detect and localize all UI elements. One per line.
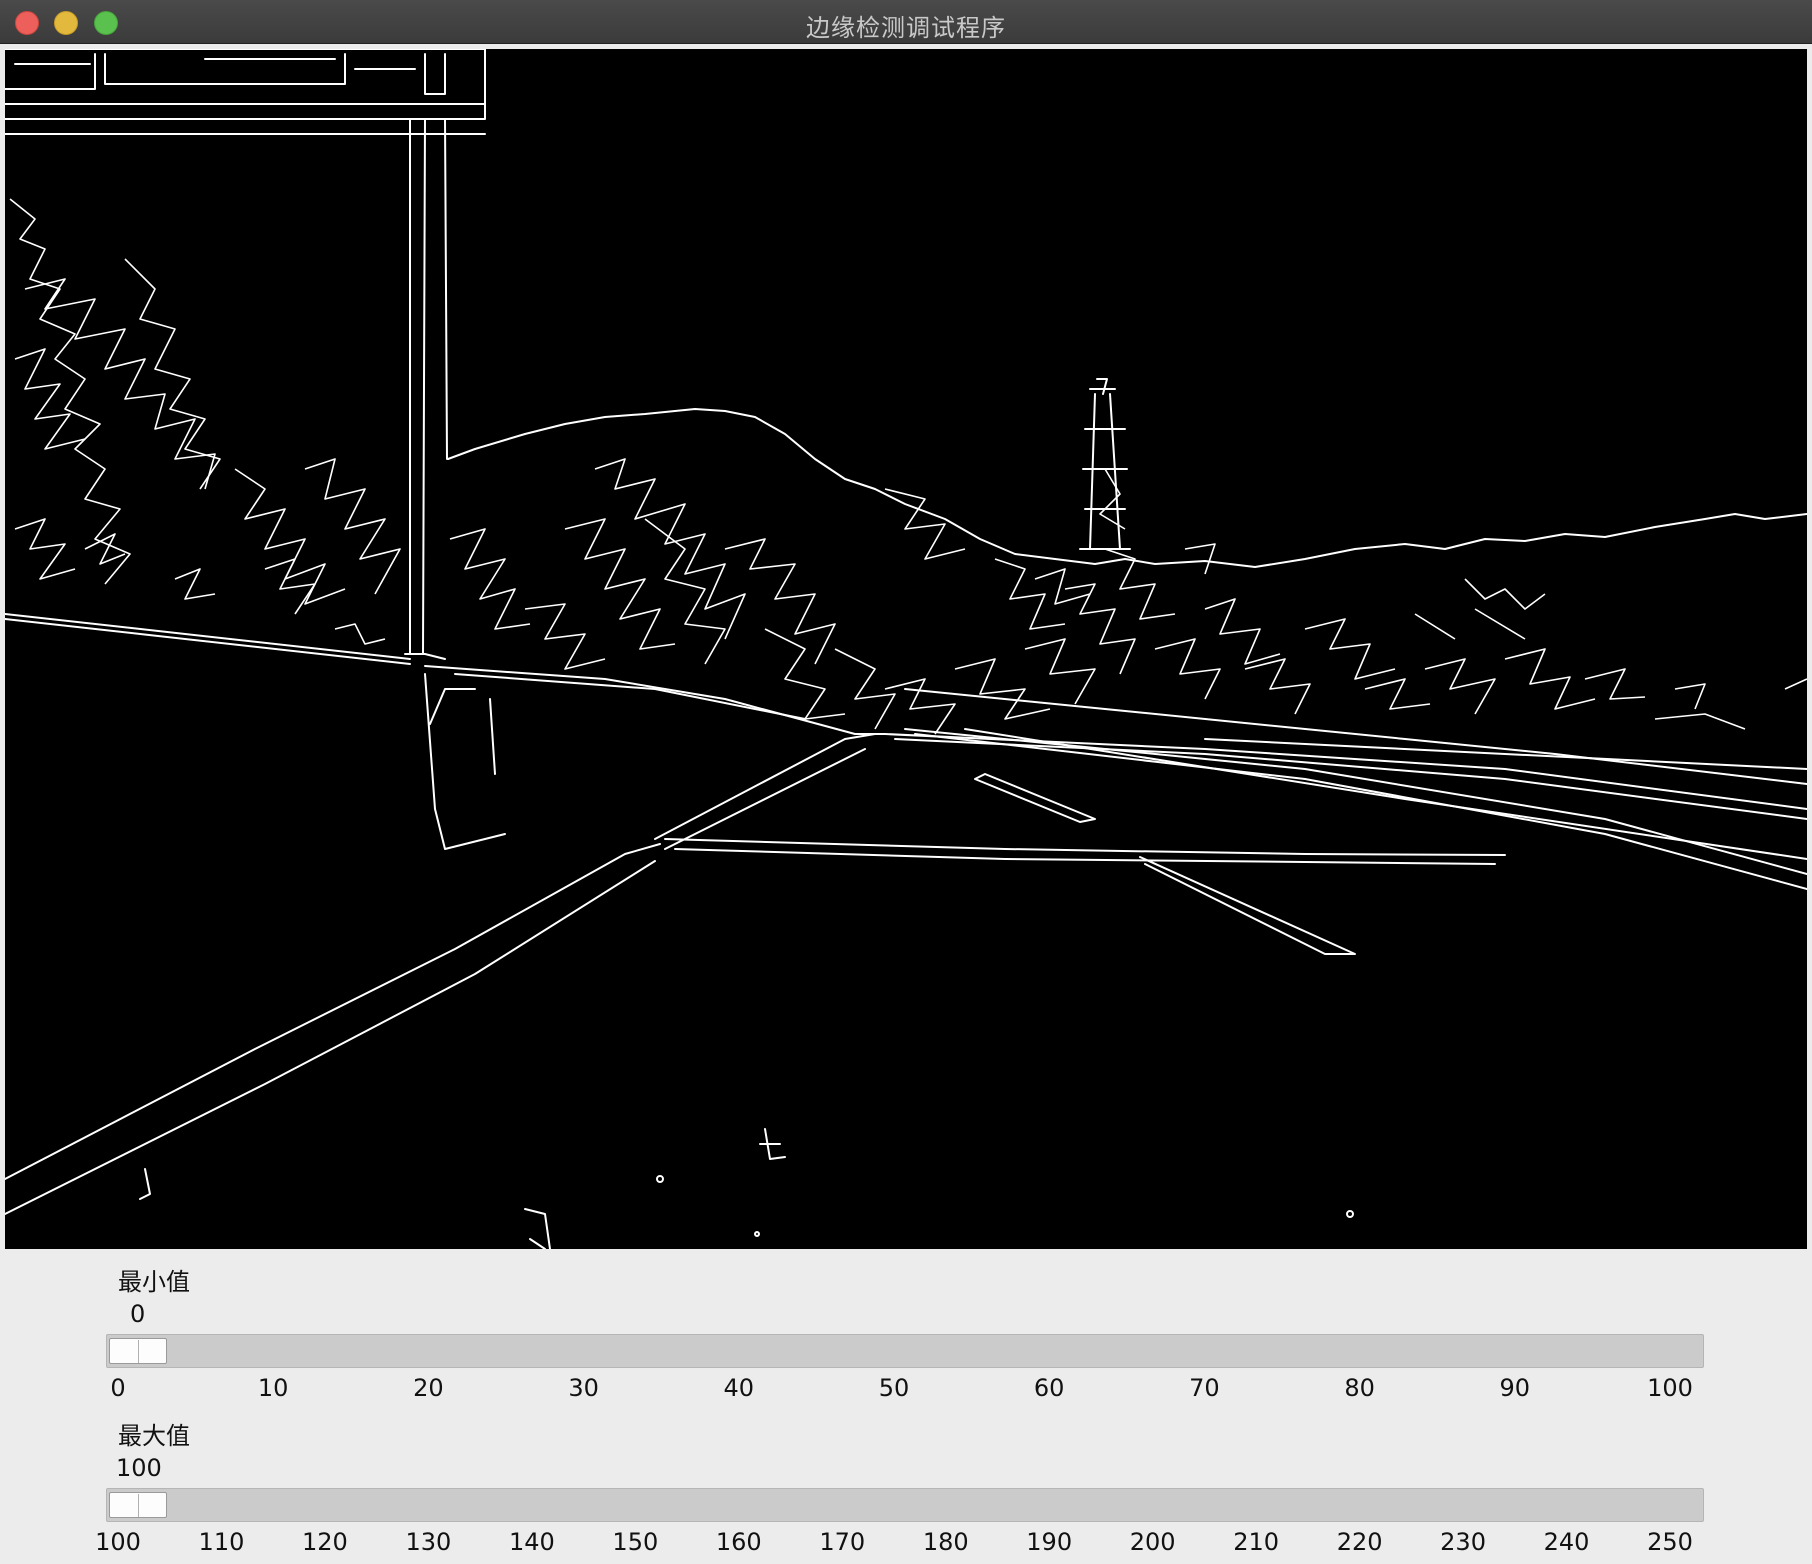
slider-tick-label: 10 — [257, 1374, 289, 1402]
min-slider-ticks: 0 10 20 30 40 50 60 70 80 90 100 — [110, 1374, 1698, 1404]
slider-tick-label: 120 — [302, 1528, 348, 1556]
min-value-label: 最小值 — [118, 1268, 190, 1296]
slider-tick-label: 160 — [715, 1528, 762, 1556]
min-value-readout: 0 — [130, 1300, 146, 1328]
slider-tick-label: 250 — [1647, 1528, 1693, 1556]
min-slider[interactable] — [106, 1334, 1704, 1368]
slider-tick-label: 180 — [922, 1528, 969, 1556]
slider-tick-label: 90 — [1499, 1374, 1531, 1402]
max-slider-thumb[interactable] — [109, 1492, 167, 1518]
edge-image-view — [5, 49, 1807, 1249]
slider-tick-label: 30 — [568, 1374, 599, 1402]
slider-tick-label: 100 — [1647, 1374, 1693, 1402]
max-slider-ticks: 100 110 120 130 140 150 160 170 180 190 200 210 220 2… — [95, 1528, 1698, 1558]
slider-tick-label: 140 — [508, 1528, 555, 1556]
slider-tick-label: 80 — [1344, 1374, 1375, 1402]
slider-tick-label: 70 — [1189, 1374, 1220, 1402]
max-value-readout: 100 — [116, 1454, 162, 1482]
app-window: 边缘检测调试程序 最小值 0 0 10 20 30 40 50 60 70 80… — [0, 0, 1812, 1564]
slider-tick-label: 60 — [1033, 1374, 1065, 1402]
slider-tick-label: 100 — [95, 1528, 141, 1556]
window-title: 边缘检测调试程序 — [806, 14, 1006, 42]
slider-tick-label: 220 — [1336, 1528, 1383, 1556]
slider-tick-label: 40 — [723, 1374, 755, 1402]
max-value-label: 最大值 — [118, 1422, 190, 1450]
slider-tick-label: 130 — [405, 1528, 452, 1556]
slider-tick-label: 240 — [1543, 1528, 1590, 1556]
slider-tick-label: 210 — [1233, 1528, 1280, 1556]
slider-tick-label: 150 — [612, 1528, 659, 1556]
slider-tick-label: 170 — [819, 1528, 866, 1556]
slider-tick-label: 50 — [878, 1374, 910, 1402]
slider-tick-label: 20 — [413, 1374, 444, 1402]
edge-image — [5, 49, 1807, 1249]
slider-tick-label: 110 — [198, 1528, 245, 1556]
slider-tick-label: 200 — [1129, 1528, 1176, 1556]
title-bar[interactable]: 边缘检测调试程序 — [0, 0, 1812, 44]
slider-tick-label: 190 — [1026, 1528, 1073, 1556]
slider-tick-label: 0 — [110, 1374, 126, 1402]
min-slider-thumb[interactable] — [109, 1338, 167, 1364]
slider-tick-label: 230 — [1440, 1528, 1486, 1556]
max-slider[interactable] — [106, 1488, 1704, 1522]
